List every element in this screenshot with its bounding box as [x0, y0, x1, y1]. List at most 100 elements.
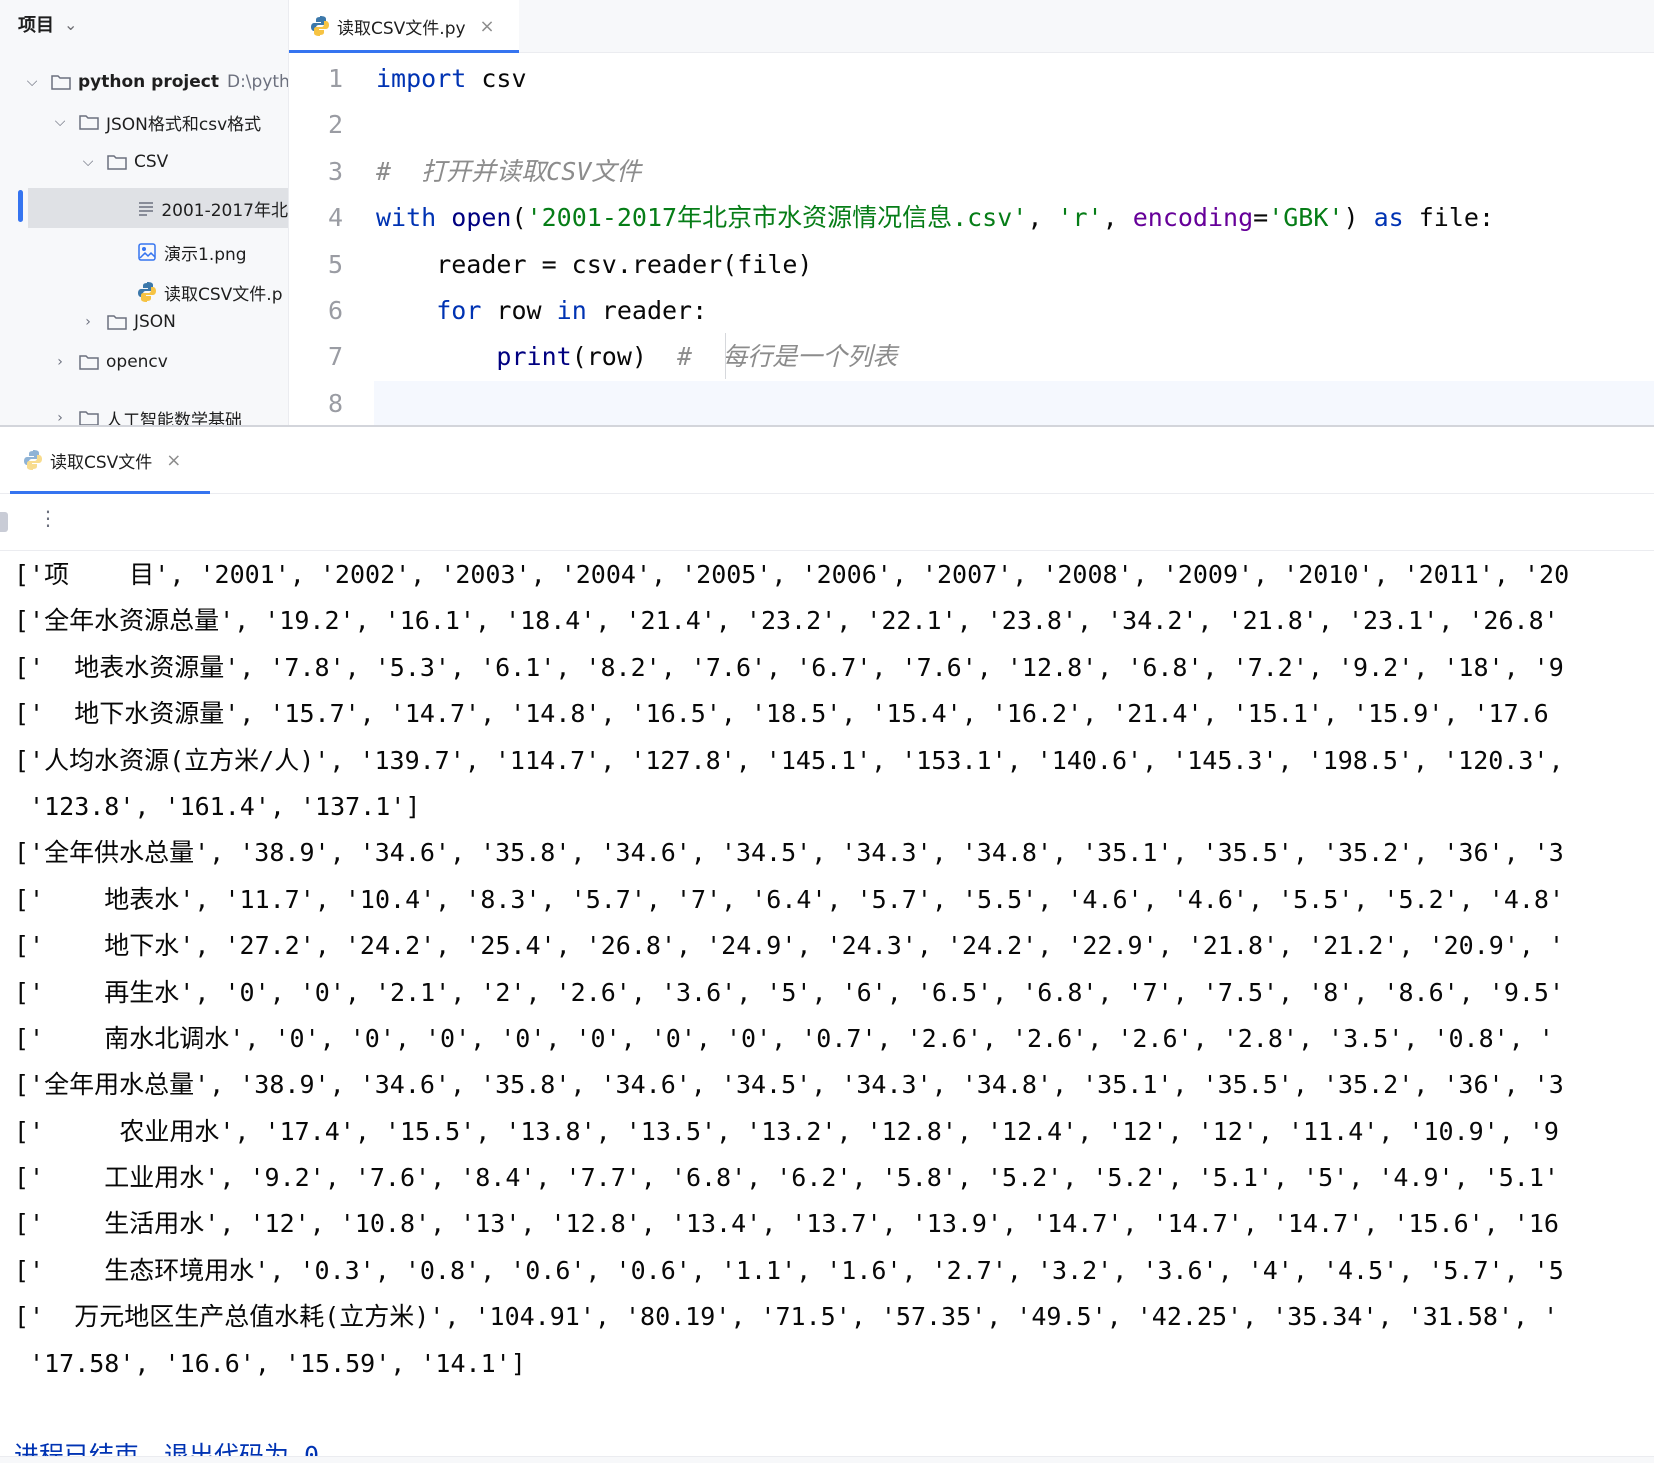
- console-line: [' 万元地区生产总值水耗(立方米)', '104.91', '80.19', …: [14, 1302, 1559, 1332]
- code-line-3[interactable]: # 打开并读取CSV文件: [374, 149, 1654, 195]
- code-line-2[interactable]: [374, 102, 1654, 148]
- keyword: as: [1373, 203, 1404, 233]
- chevron-down-icon[interactable]: ⌵: [24, 74, 40, 90]
- tree-item-label: 2001-2017年北: [161, 200, 288, 221]
- console-line: [' 地表水', '11.7', '10.4', '8.3', '5.7', '…: [14, 884, 1565, 914]
- chevron-down-icon[interactable]: ⌵: [80, 154, 96, 170]
- code-line-1[interactable]: import csv: [374, 56, 1654, 102]
- toolbar-button[interactable]: [0, 512, 8, 532]
- project-panel-header[interactable]: 项目 ⌄: [0, 0, 288, 48]
- console-line: ['项 目', '2001', '2002', '2003', '2004', …: [14, 560, 1570, 589]
- keyword: import: [376, 64, 467, 93]
- tree-item-csv-data-file[interactable]: 2001-2017年北: [28, 188, 288, 228]
- line-number: 4: [327, 203, 344, 233]
- editor-tab-label: 读取CSV文件.py: [337, 18, 466, 39]
- folder-icon: [78, 113, 100, 131]
- console-line: ['人均水资源(立方米/人)', '139.7', '114.7', '127.…: [14, 745, 1564, 775]
- string-literal: '2001-2017年北京市水资源情况信息.csv': [526, 203, 1028, 233]
- console-line: ['全年供水总量', '38.9', '34.6', '35.8', '34.6…: [14, 838, 1564, 868]
- line-number: 8: [327, 388, 344, 418]
- close-icon[interactable]: ×: [480, 16, 495, 37]
- tree-item-python-project[interactable]: ⌵ python project D:\pythor: [24, 62, 288, 102]
- line-number: 3: [327, 156, 344, 186]
- editor-tab-read-csv[interactable]: 读取CSV文件.py ×: [289, 0, 519, 53]
- line-number: 7: [327, 342, 344, 372]
- code-text: reader:: [586, 295, 708, 325]
- tree-item-json-csv-folder[interactable]: ⌵ JSON格式和csv格式: [52, 102, 261, 142]
- code-text: =: [1253, 203, 1269, 233]
- tree-item-label: opencv: [106, 352, 168, 372]
- console-line: [' 生态环境用水', '0.3', '0.8', '0.6', '0.6', …: [14, 1255, 1564, 1285]
- console-line: ['全年用水总量', '38.9', '34.6', '35.8', '34.6…: [14, 1070, 1564, 1100]
- more-options-icon[interactable]: ⋮: [38, 506, 58, 530]
- code-line-5[interactable]: reader = csv.reader(file): [374, 242, 1654, 288]
- code-text: ): [1343, 203, 1374, 233]
- code-text: (row): [571, 342, 678, 372]
- console-line: [' 地下水', '27.2', '24.2', '25.4', '26.8',…: [14, 931, 1565, 961]
- folder-icon: [106, 313, 128, 331]
- run-tab-read-csv[interactable]: 读取CSV文件 ×: [22, 427, 181, 493]
- tree-item-label: CSV: [134, 152, 169, 172]
- python-icon: [136, 282, 158, 302]
- builtin-function: print: [496, 342, 572, 372]
- code-text: (: [511, 203, 527, 233]
- console-line: [' 农业用水', '17.4', '15.5', '13.8', '13.5'…: [14, 1116, 1559, 1146]
- console-output[interactable]: ['项 目', '2001', '2002', '2003', '2004', …: [14, 552, 1654, 1462]
- string-literal: 'r': [1057, 203, 1103, 233]
- tree-item-ai-math-folder[interactable]: › 人工智能数学基础: [52, 398, 242, 425]
- code-line-6[interactable]: for row in reader:: [374, 288, 1654, 334]
- folder-icon: [106, 153, 128, 171]
- chevron-right-icon[interactable]: ›: [52, 354, 68, 370]
- text-file-icon: [136, 199, 155, 217]
- project-panel-title: 项目: [18, 15, 54, 36]
- tree-item-image-file[interactable]: 演示1.png: [136, 232, 247, 272]
- string-literal: 'GBK': [1268, 203, 1344, 233]
- run-tab-bar: 读取CSV文件 ×: [0, 427, 1654, 494]
- keyword: in: [556, 295, 587, 325]
- comment: # 每行是一个列表: [677, 342, 898, 372]
- comment: # 打开并读取CSV文件: [376, 156, 642, 186]
- console-line: [' 地下水资源量', '15.7', '14.7', '14.8', '16.…: [14, 699, 1549, 729]
- close-icon[interactable]: ×: [166, 450, 181, 471]
- keyword: with: [376, 203, 437, 233]
- tree-item-csv-folder[interactable]: ⌵ CSV: [80, 142, 169, 182]
- folder-icon: [50, 73, 72, 91]
- console-line: ['全年水资源总量', '19.2', '16.1', '18.4', '21.…: [14, 606, 1559, 636]
- chevron-down-icon[interactable]: ⌵: [52, 114, 68, 130]
- chevron-right-icon[interactable]: ›: [52, 410, 68, 425]
- code-text: ,: [1102, 203, 1133, 233]
- chevron-right-icon[interactable]: ›: [80, 314, 96, 330]
- console-line: [' 地表水资源量', '7.8', '5.3', '6.1', '8.2', …: [14, 652, 1564, 682]
- console-line: [' 工业用水', '9.2', '7.6', '8.4', '7.7', '6…: [14, 1163, 1559, 1193]
- console-line: '123.8', '161.4', '137.1']: [14, 791, 421, 821]
- code-line-8[interactable]: [374, 380, 1654, 425]
- tree-item-opencv-folder[interactable]: › opencv: [52, 342, 168, 382]
- python-icon: [22, 450, 44, 470]
- tree-item-label: 演示1.png: [164, 244, 247, 265]
- console-line: [' 南水北调水', '0', '0', '0', '0', '0', '0',…: [14, 1023, 1554, 1053]
- run-tool-window: 读取CSV文件 × ⋮ ['项 目', '2001', '2002', '200…: [0, 427, 1654, 1462]
- code-line-7[interactable]: print(row) # 每行是一个列表: [374, 334, 1654, 380]
- tree-item-json-folder[interactable]: › JSON: [80, 302, 176, 342]
- code-text: row: [481, 295, 557, 325]
- console-line: [' 再生水', '0', '0', '2.1', '2', '2.6', '3…: [14, 977, 1565, 1007]
- tree-item-label: JSON格式和csv格式: [106, 114, 262, 135]
- code-text: ,: [1027, 203, 1058, 233]
- folder-icon: [78, 409, 100, 425]
- tree-item-label: python project: [78, 72, 219, 92]
- tree-item-label: 读取CSV文件.p: [164, 284, 283, 305]
- line-number: 6: [327, 295, 344, 325]
- tree-item-label: 人工智能数学基础: [106, 410, 242, 426]
- code-area[interactable]: import csv # 打开并读取CSV文件 with open('2001-…: [374, 56, 1654, 425]
- chevron-down-icon[interactable]: ⌄: [64, 15, 77, 34]
- line-number: 1: [327, 64, 344, 93]
- indent-guide: [725, 333, 726, 379]
- line-number: 5: [327, 249, 344, 279]
- code-editor[interactable]: 读取CSV文件.py × 1 2 3 4 5 6 7 8 import csv …: [289, 0, 1654, 425]
- code-line-4[interactable]: with open('2001-2017年北京市水资源情况信息.csv', 'r…: [374, 195, 1654, 241]
- line-number: 2: [327, 110, 344, 140]
- tree-item-path-hint: D:\pythor: [226, 72, 288, 92]
- code-text: csv: [466, 64, 527, 93]
